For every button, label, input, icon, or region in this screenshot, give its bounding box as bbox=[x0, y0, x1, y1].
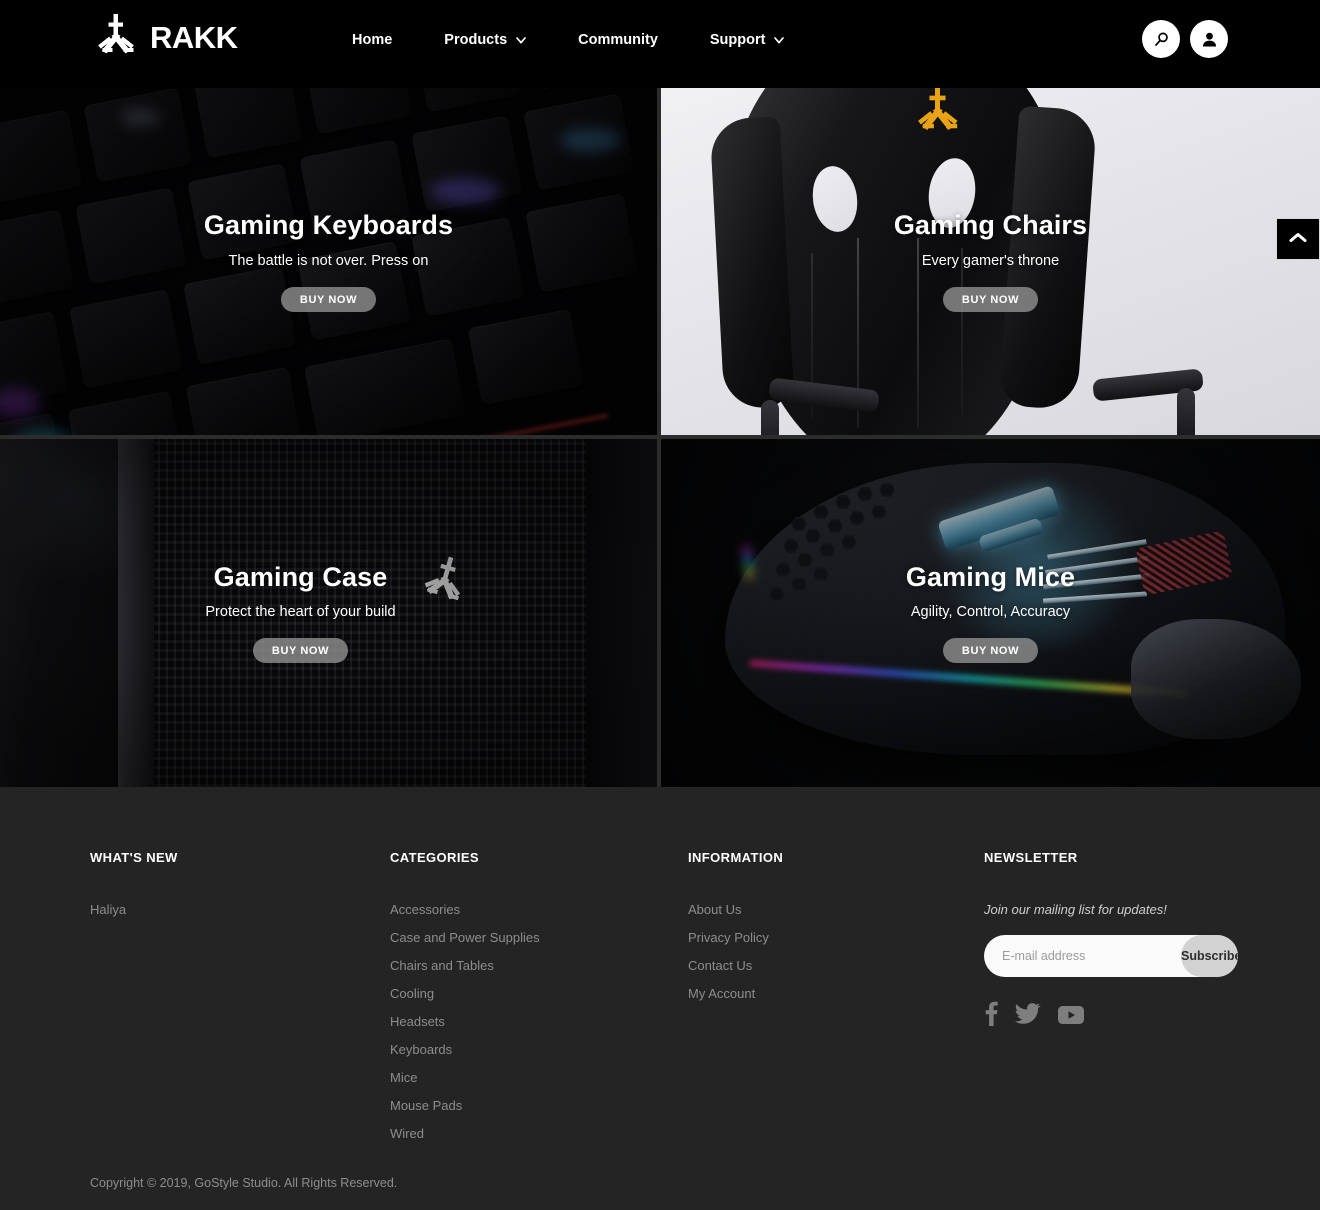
email-input[interactable] bbox=[984, 949, 1181, 963]
tile-gaming-keyboards[interactable]: Gaming Keyboards The battle is not over.… bbox=[0, 88, 661, 439]
tile-subtitle: The battle is not over. Press on bbox=[228, 252, 429, 269]
footer-heading-categories: CATEGORIES bbox=[390, 850, 479, 865]
account-button[interactable] bbox=[1190, 20, 1228, 58]
newsletter-form: Subscribe bbox=[984, 935, 1238, 977]
footer-link-accessories[interactable]: Accessories bbox=[390, 902, 688, 917]
tile-gaming-case[interactable]: Gaming Case Protect the heart of your bu… bbox=[0, 439, 661, 787]
footer-link-cooling[interactable]: Cooling bbox=[390, 986, 688, 1001]
footer-columns: WHAT'S NEW Haliya CATEGORIES Accessories… bbox=[0, 787, 1320, 1154]
footer-heading-whats-new: WHAT'S NEW bbox=[90, 850, 178, 865]
footer-link-wired[interactable]: Wired bbox=[390, 1126, 688, 1141]
nav-label: Community bbox=[578, 32, 658, 48]
copyright-text: Copyright © 2019, GoStyle Studio. All Ri… bbox=[90, 1176, 398, 1190]
chevron-down-icon bbox=[774, 36, 785, 44]
youtube-icon[interactable] bbox=[1057, 999, 1085, 1027]
nav-item-support[interactable]: Support bbox=[684, 32, 811, 48]
search-button[interactable] bbox=[1142, 20, 1180, 58]
footer-link-headsets[interactable]: Headsets bbox=[390, 1014, 688, 1029]
tile-content: Gaming Keyboards The battle is not over.… bbox=[203, 210, 454, 312]
footer-heading-information: INFORMATION bbox=[688, 850, 784, 865]
footer-link-keyboards[interactable]: Keyboards bbox=[390, 1042, 688, 1057]
tile-title: Gaming Case bbox=[213, 561, 388, 592]
tile-content: Gaming Mice Agility, Control, Accuracy B… bbox=[905, 561, 1076, 664]
footer-link-about-us[interactable]: About Us bbox=[688, 902, 984, 917]
footer-link-chairs-and-tables[interactable]: Chairs and Tables bbox=[390, 958, 688, 973]
nav-item-products[interactable]: Products bbox=[418, 32, 552, 48]
footer-link-contact-us[interactable]: Contact Us bbox=[688, 958, 984, 973]
footer-heading-newsletter: NEWSLETTER bbox=[984, 850, 1078, 865]
tile-title: Gaming Chairs bbox=[893, 210, 1088, 241]
buy-now-button-mice[interactable]: BUY NOW bbox=[942, 638, 1039, 664]
facebook-icon[interactable] bbox=[984, 999, 999, 1027]
rakk-tri-prong-logo-icon bbox=[90, 12, 146, 60]
newsletter-tagline: Join our mailing list for updates! bbox=[984, 902, 1167, 917]
footer-column-information: INFORMATION About Us Privacy Policy Cont… bbox=[688, 850, 984, 1154]
nav-item-community[interactable]: Community bbox=[552, 32, 684, 48]
footer-link-my-account[interactable]: My Account bbox=[688, 986, 984, 1001]
buy-now-button-chairs[interactable]: BUY NOW bbox=[942, 286, 1039, 312]
tile-subtitle: Every gamer's throne bbox=[921, 252, 1060, 269]
scroll-to-top-button[interactable] bbox=[1276, 218, 1320, 260]
nav-item-home[interactable]: Home bbox=[352, 32, 418, 48]
tile-content: Gaming Case Protect the heart of your bu… bbox=[205, 561, 396, 664]
nav-label: Products bbox=[444, 32, 508, 48]
subscribe-button[interactable]: Subscribe bbox=[1181, 935, 1238, 977]
buy-now-button-keyboards[interactable]: BUY NOW bbox=[280, 286, 377, 312]
footer-column-categories: CATEGORIES Accessories Case and Power Su… bbox=[390, 850, 688, 1154]
tile-gaming-mice[interactable]: Gaming Mice Agility, Control, Accuracy B… bbox=[661, 439, 1320, 787]
footer-link-privacy-policy[interactable]: Privacy Policy bbox=[688, 930, 984, 945]
rakk-logo-on-chair-icon bbox=[909, 88, 971, 136]
nav-label: Support bbox=[709, 32, 766, 48]
tile-title: Gaming Mice bbox=[905, 561, 1076, 592]
twitter-icon[interactable] bbox=[1015, 999, 1041, 1027]
chevron-down-icon bbox=[516, 36, 526, 44]
footer-link-case-and-power-supplies[interactable]: Case and Power Supplies bbox=[390, 930, 688, 945]
nav-label: Home bbox=[352, 32, 393, 48]
tile-subtitle: Protect the heart of your build bbox=[205, 604, 396, 621]
brand-name: RAKK bbox=[150, 19, 238, 55]
category-tile-grid: Gaming Keyboards The battle is not over.… bbox=[0, 88, 1320, 787]
social-links bbox=[984, 999, 1284, 1027]
site-header: RAKK Home Products Community Support bbox=[0, 0, 1320, 88]
footer-link-haliya[interactable]: Haliya bbox=[90, 902, 390, 917]
search-icon bbox=[1153, 31, 1170, 48]
main-nav: Home Products Community Support bbox=[352, 32, 810, 48]
tile-title: Gaming Keyboards bbox=[203, 210, 454, 241]
header-actions bbox=[1142, 20, 1228, 58]
tile-gaming-chairs[interactable]: Gaming Chairs Every gamer's throne BUY N… bbox=[661, 88, 1320, 439]
footer-link-mouse-pads[interactable]: Mouse Pads bbox=[390, 1098, 688, 1113]
brand-logo[interactable]: RAKK bbox=[90, 12, 238, 60]
footer-column-newsletter: NEWSLETTER Join our mailing list for upd… bbox=[984, 850, 1284, 1154]
tile-content: Gaming Chairs Every gamer's throne BUY N… bbox=[893, 210, 1088, 312]
user-icon bbox=[1201, 31, 1218, 48]
tile-subtitle: Agility, Control, Accuracy bbox=[910, 604, 1071, 621]
footer-column-whats-new: WHAT'S NEW Haliya bbox=[90, 850, 390, 1154]
site-footer: WHAT'S NEW Haliya CATEGORIES Accessories… bbox=[0, 787, 1320, 1210]
buy-now-button-case[interactable]: BUY NOW bbox=[252, 638, 349, 664]
footer-link-mice[interactable]: Mice bbox=[390, 1070, 688, 1085]
chevron-up-icon bbox=[1289, 230, 1307, 248]
